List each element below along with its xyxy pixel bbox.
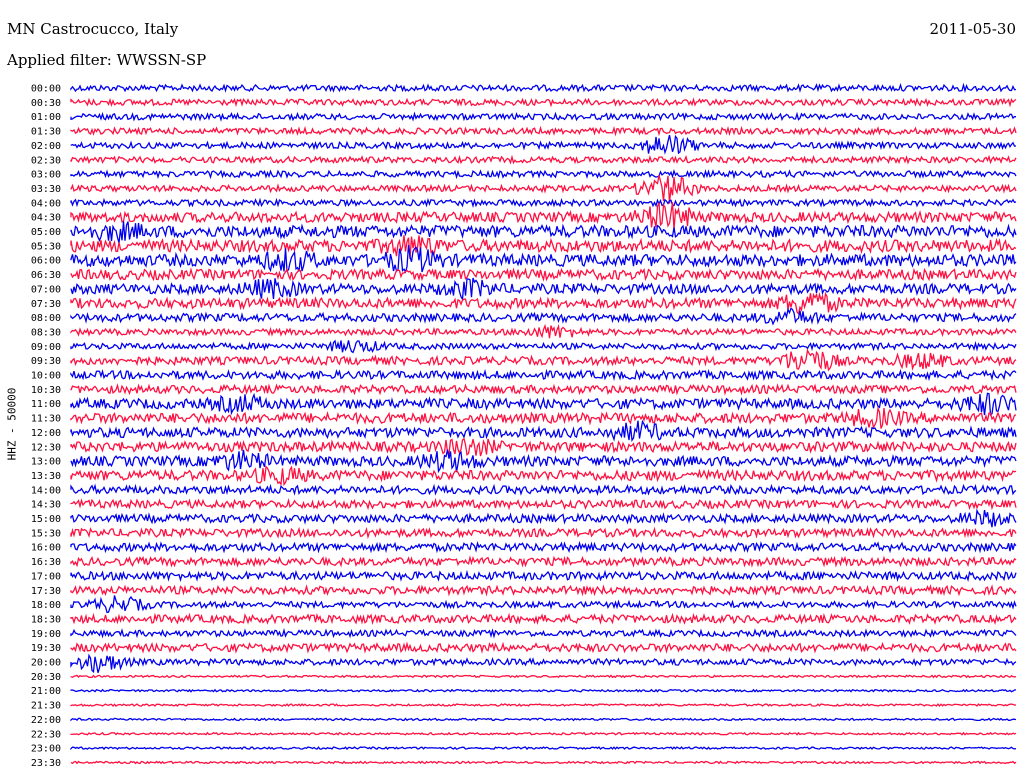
row-label: 13:00 [31,457,61,468]
row-label: 16:30 [31,557,61,568]
row-label: 00:00 [31,84,61,95]
row-label: 11:00 [31,399,61,410]
seismogram-trace [70,221,1017,244]
row-label: 17:30 [31,586,61,597]
seismogram-trace [70,627,1017,639]
seismogram-trace [70,653,1017,674]
seismogram-trace [70,235,1017,260]
row-label: 18:30 [31,614,61,625]
seismogram-trace [70,688,1017,693]
seismogram-trace [70,323,1017,339]
row-label: 10:30 [31,385,61,396]
seismogram-plot: 00:00 00:30 01:00 01:30 02:00 02:30 03:00 03:30… [31,82,1017,769]
row-label-layer: 00:00 00:30 01:00 01:30 02:00 02:30 03:00 03:30… [31,84,61,769]
row-label: 07:00 [31,284,61,295]
seismogram-trace [70,339,1017,354]
row-label: 00:30 [31,98,61,109]
seismogram-trace [70,406,1017,430]
seismogram-trace [70,583,1017,597]
seismogram-trace [70,465,1017,487]
row-label: 22:00 [31,715,61,726]
seismogram-trace [70,197,1017,209]
row-label: 17:00 [31,571,61,582]
row-label: 04:00 [31,198,61,209]
row-label: 10:00 [31,371,61,382]
row-label: 01:30 [31,127,61,138]
row-label: 18:00 [31,600,61,611]
row-label: 02:30 [31,155,61,166]
seismogram-trace [70,526,1017,540]
row-label: 08:30 [31,327,61,338]
row-label: 05:30 [31,241,61,252]
row-label: 01:00 [31,112,61,123]
seismogram-trace [70,595,1017,614]
row-label: 13:30 [31,471,61,482]
seismogram-trace [70,392,1017,416]
seismogram-trace [70,368,1017,382]
row-label: 03:30 [31,184,61,195]
row-label: 15:30 [31,528,61,539]
row-label: 21:00 [31,686,61,697]
seismogram-trace [70,291,1017,316]
seismogram-trace [70,449,1017,474]
seismogram-trace [70,717,1017,722]
row-label: 14:30 [31,500,61,511]
seismogram-trace [70,612,1017,626]
row-label: 08:00 [31,313,61,324]
row-label: 09:30 [31,356,61,367]
seismogram-trace [70,134,1017,155]
seismogram-trace [70,540,1017,554]
seismogram-trace [70,383,1017,396]
seismogram-trace [70,154,1017,165]
seismogram-trace [70,169,1017,180]
seismogram-trace [70,746,1017,751]
row-label: 20:30 [31,672,61,683]
seismogram-trace [70,82,1017,94]
trace-layer [70,82,1017,765]
seismogram-trace [70,569,1017,583]
row-label: 06:00 [31,256,61,267]
seismogram-trace [70,348,1017,372]
seismogram-trace [70,97,1017,108]
seismogram-trace [70,437,1017,457]
row-label: 19:00 [31,629,61,640]
row-label: 07:30 [31,299,61,310]
row-label: 09:00 [31,342,61,353]
row-label: 06:30 [31,270,61,281]
seismogram-trace [70,497,1017,511]
seismogram-trace [70,731,1017,736]
row-label: 04:30 [31,213,61,224]
row-label: 12:30 [31,442,61,453]
row-label: 12:00 [31,428,61,439]
row-label: 22:30 [31,729,61,740]
row-label: 03:00 [31,170,61,181]
seismogram-trace [70,419,1017,443]
seismogram-trace [70,760,1017,765]
row-label: 11:30 [31,414,61,425]
row-label: 20:00 [31,658,61,669]
seismogram-trace [70,508,1017,528]
row-label: 02:00 [31,141,61,152]
seismogram-trace [70,125,1017,137]
row-label: 16:00 [31,543,61,554]
row-label: 21:30 [31,701,61,712]
seismogram-trace [70,555,1017,568]
seismogram-trace [70,202,1017,230]
row-label: 15:00 [31,514,61,525]
row-label: 19:30 [31,643,61,654]
seismogram-trace [70,674,1017,679]
row-label: 23:30 [31,758,61,769]
seismogram-trace [70,307,1017,326]
row-label: 05:00 [31,227,61,238]
seismogram-trace [70,641,1017,654]
seismogram-trace [70,175,1017,204]
seismogram-trace [70,483,1017,496]
seismogram-trace [70,703,1017,708]
seismogram-trace [70,267,1017,282]
seismogram-trace [70,111,1017,122]
seismogram-trace [70,277,1017,302]
row-label: 23:00 [31,744,61,755]
row-label: 14:00 [31,485,61,496]
